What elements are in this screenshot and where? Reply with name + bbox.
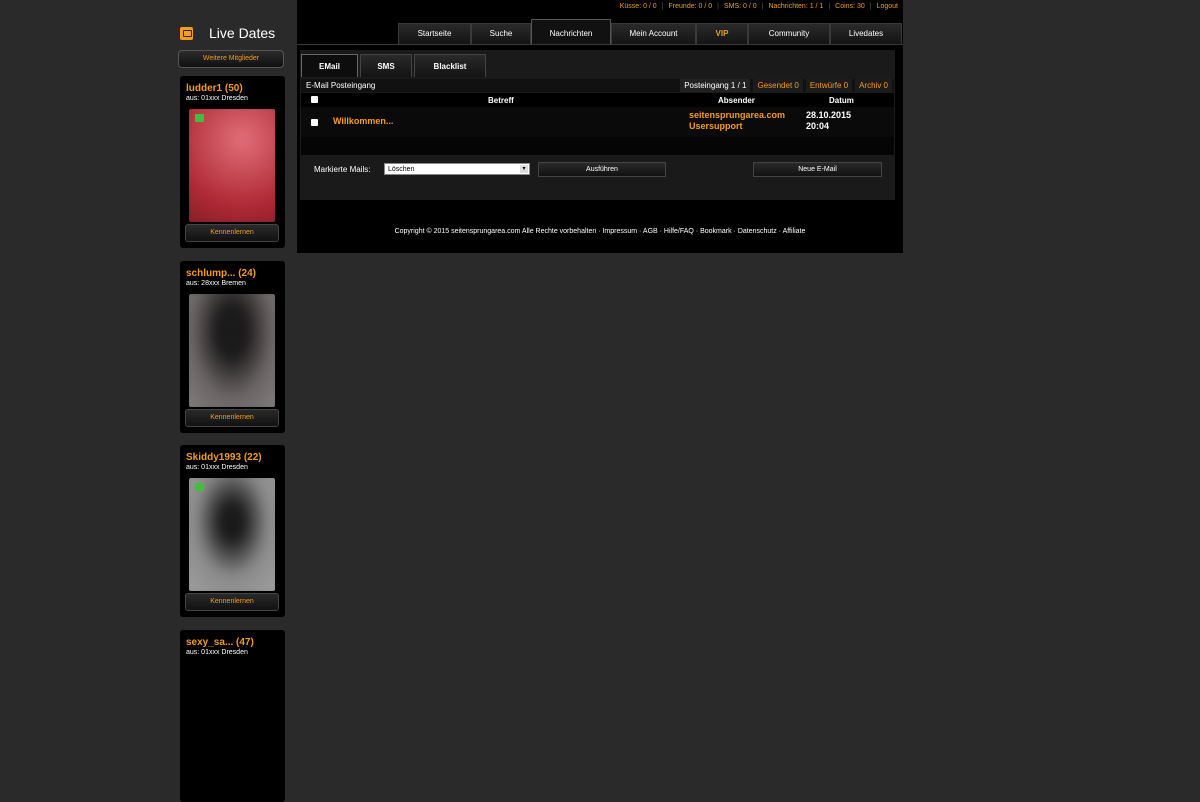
member-name[interactable]: Skiddy1993 (22) <box>186 452 262 463</box>
subject-column-header[interactable]: Betreff <box>488 96 514 105</box>
member-name[interactable]: schlump... (24) <box>186 268 256 279</box>
date-column-header[interactable]: Datum <box>829 96 854 105</box>
kisses-link[interactable]: Küsse: 0 / 0 <box>620 3 657 10</box>
execute-button[interactable]: Ausführen <box>538 162 666 177</box>
member-photo[interactable] <box>189 478 275 591</box>
mail-time: 20:04 <box>806 121 830 131</box>
select-all-checkbox[interactable] <box>311 96 318 103</box>
mail-table-header: Betreff Absender Datum <box>301 93 894 107</box>
tab-startseite[interactable]: Startseite <box>398 23 471 44</box>
chevron-down-icon[interactable]: ▾ <box>520 165 528 173</box>
folder-inbox[interactable]: Posteingang 1 / 1 <box>680 79 751 92</box>
message-type-tabs: EMail SMS Blacklist <box>301 54 486 77</box>
tab-mein-account[interactable]: Mein Account <box>611 23 696 44</box>
tab-nachrichten[interactable]: Nachrichten <box>531 19 611 44</box>
marked-mails-label: Markierte Mails: <box>314 165 371 174</box>
meet-button[interactable]: Kennenlernen <box>185 409 279 427</box>
sms-link[interactable]: SMS: 0 / 0 <box>724 3 757 10</box>
member-card: schlump... (24) aus: 28xxx Bremen Kennen… <box>180 261 285 433</box>
main-navigation: Startseite Suche Nachrichten Mein Accoun… <box>398 19 902 44</box>
member-location: aus: 01xxx Dresden <box>186 95 248 102</box>
tab-community[interactable]: Community <box>748 23 830 44</box>
coins-link[interactable]: Coins: 30 <box>835 3 865 10</box>
tab-blacklist[interactable]: Blacklist <box>414 54 486 77</box>
mail-sender[interactable]: seitensprungarea.com <box>689 110 785 120</box>
tab-email[interactable]: EMail <box>301 54 358 77</box>
live-dates-header: Live Dates <box>180 22 286 44</box>
mail-sender-sub[interactable]: Usersupport <box>689 121 743 131</box>
member-name[interactable]: ludder1 (50) <box>186 83 243 94</box>
messages-content: EMail SMS Blacklist E-Mail Posteingang P… <box>300 50 895 200</box>
online-indicator-icon <box>195 483 204 491</box>
member-location: aus: 01xxx Dresden <box>186 649 248 656</box>
member-photo[interactable] <box>189 294 275 407</box>
more-members-button[interactable]: Weitere Mitglieder <box>178 50 284 68</box>
main-panel: Küsse: 0 / 0 | Freunde: 0 / 0 | SMS: 0 / 0… <box>297 0 903 253</box>
bulk-action-select[interactable]: Löschen ▾ <box>384 163 530 175</box>
tab-suche[interactable]: Suche <box>471 23 531 44</box>
table-row[interactable]: Willkommen... seitensprungarea.com Users… <box>301 107 894 137</box>
messages-link[interactable]: Nachrichten: 1 / 1 <box>768 3 823 10</box>
member-location: aus: 28xxx Bremen <box>186 280 246 287</box>
tab-vip[interactable]: VIP <box>696 23 748 44</box>
member-photo[interactable] <box>189 109 275 222</box>
member-location: aus: 01xxx Dresden <box>186 464 248 471</box>
member-card: sexy_sa... (47) aus: 01xxx Dresden <box>180 630 285 802</box>
live-dates-title: Live Dates <box>209 25 276 41</box>
footer-links[interactable]: Copyright © 2015 seitensprungarea.com Al… <box>297 228 903 235</box>
friends-link[interactable]: Freunde: 0 / 0 <box>669 3 713 10</box>
meet-button[interactable]: Kennenlernen <box>185 224 279 242</box>
member-name[interactable]: sexy_sa... (47) <box>186 637 254 648</box>
folder-sent[interactable]: Gesendet 0 <box>753 79 803 92</box>
sender-column-header[interactable]: Absender <box>718 96 755 105</box>
logout-link[interactable]: Logout <box>877 3 898 10</box>
folder-archive[interactable]: Archiv 0 <box>855 79 892 92</box>
live-dates-sidebar: Live Dates Weitere Mitglieder <box>178 22 286 68</box>
tab-livedates[interactable]: Livedates <box>830 23 902 44</box>
inbox-title: E-Mail Posteingang <box>306 81 376 90</box>
member-card: Skiddy1993 (22) aus: 01xxx Dresden Kenne… <box>180 445 285 617</box>
bulk-actions: Markierte Mails: Löschen ▾ Ausführen Neu… <box>301 158 894 198</box>
mail-checkbox[interactable] <box>311 119 318 126</box>
mail-subject-link[interactable]: Willkommen... <box>333 116 393 126</box>
folder-drafts[interactable]: Entwürfe 0 <box>805 79 853 92</box>
member-card: ludder1 (50) aus: 01xxx Dresden Kennenle… <box>180 76 285 248</box>
new-mail-button[interactable]: Neue E-Mail <box>753 162 882 177</box>
mail-date: 28.10.2015 <box>806 110 852 120</box>
table-row-empty <box>301 137 894 155</box>
inbox-bar: E-Mail Posteingang Posteingang 1 / 1 Ges… <box>301 79 894 92</box>
live-dates-icon <box>180 26 193 40</box>
tab-sms[interactable]: SMS <box>360 54 412 77</box>
nav-divider <box>297 44 903 45</box>
meet-button[interactable]: Kennenlernen <box>185 593 279 611</box>
online-indicator-icon <box>195 114 204 122</box>
folder-tabs: Posteingang 1 / 1 Gesendet 0 Entwürfe 0 … <box>680 79 892 92</box>
account-status-bar: Küsse: 0 / 0 | Freunde: 0 / 0 | SMS: 0 / 0… <box>619 3 898 10</box>
bulk-action-selected: Löschen <box>388 166 415 173</box>
